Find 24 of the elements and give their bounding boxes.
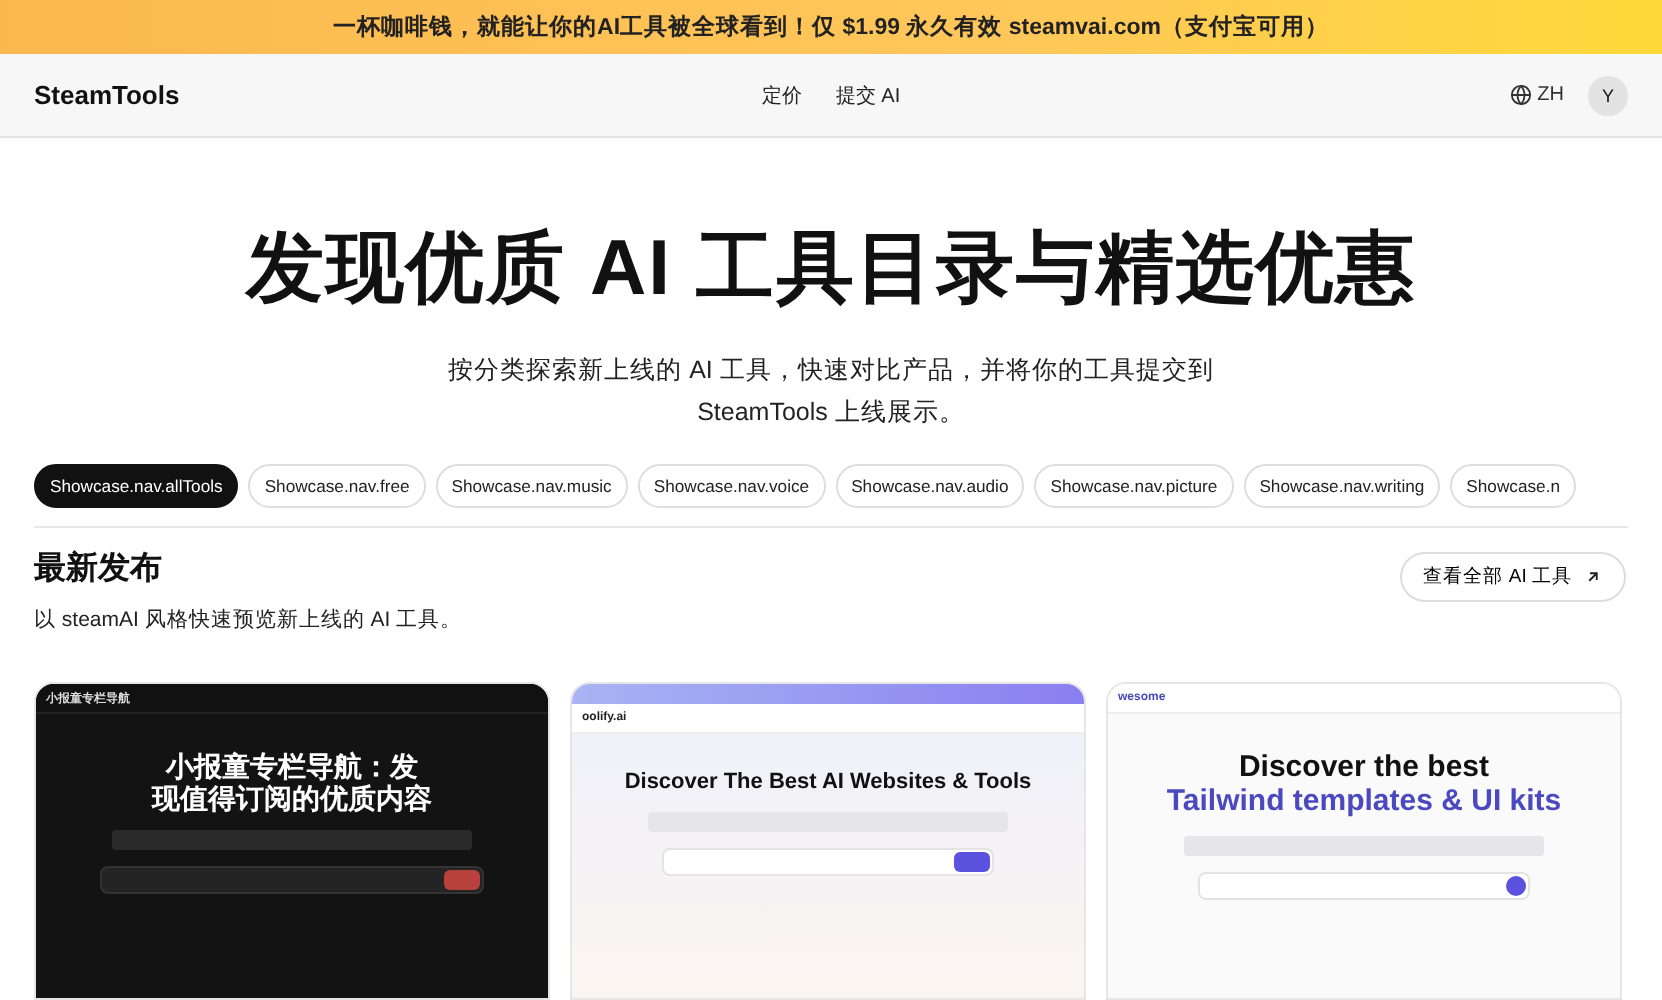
category-tab[interactable]: Showcase.nav.free xyxy=(248,464,426,508)
view-all-button[interactable]: 查看全部 AI 工具 xyxy=(1399,552,1626,602)
preview-headline: Discover The Best AI Websites & Tools xyxy=(624,770,1032,796)
promo-banner: 一杯咖啡钱，就能让你的AI工具被全球看到！仅 $1.99 永久有效 steamvai.com（支付宝可用） xyxy=(0,0,1662,54)
hero-subtitle: 按分类探索新上线的 AI 工具，快速对比产品，并将你的工具提交到 SteamTools 上线展示。 xyxy=(448,354,1214,430)
category-tab[interactable]: Showcase.n xyxy=(1450,464,1576,508)
globe-icon xyxy=(1509,84,1532,106)
category-tab[interactable]: Showcase.nav.music xyxy=(435,464,628,508)
section-title: 最新发布 xyxy=(34,548,164,590)
section-description: 以 steamAI 风格快速预览新上线的 AI 工具。 xyxy=(34,606,463,634)
arrow-icon xyxy=(1584,568,1602,586)
nav-link[interactable]: 定价 xyxy=(761,81,802,109)
category-tab[interactable]: Showcase.nav.allTools xyxy=(34,464,239,508)
user-avatar[interactable]: Y xyxy=(1588,75,1629,115)
hero-title: 发现优质 AI 工具目录与精选优惠 xyxy=(246,224,1416,316)
language-button[interactable]: ZH xyxy=(1509,84,1565,106)
category-tab[interactable]: Showcase.nav.audio xyxy=(835,464,1025,508)
preview-headline: Discover the best Tailwind templates & UI kits xyxy=(1166,750,1562,819)
preview-headline: 小报童专栏导航：发 现值得订阅的优质内容 xyxy=(152,750,432,815)
site-logo: SteamTools xyxy=(34,80,182,110)
category-tab[interactable]: Showcase.nav.picture xyxy=(1034,464,1234,508)
category-tab[interactable]: Showcase.nav.writing xyxy=(1243,464,1441,508)
nav-link[interactable]: 提交 AI xyxy=(835,81,901,109)
category-tab[interactable]: Showcase.nav.voice xyxy=(637,464,826,508)
